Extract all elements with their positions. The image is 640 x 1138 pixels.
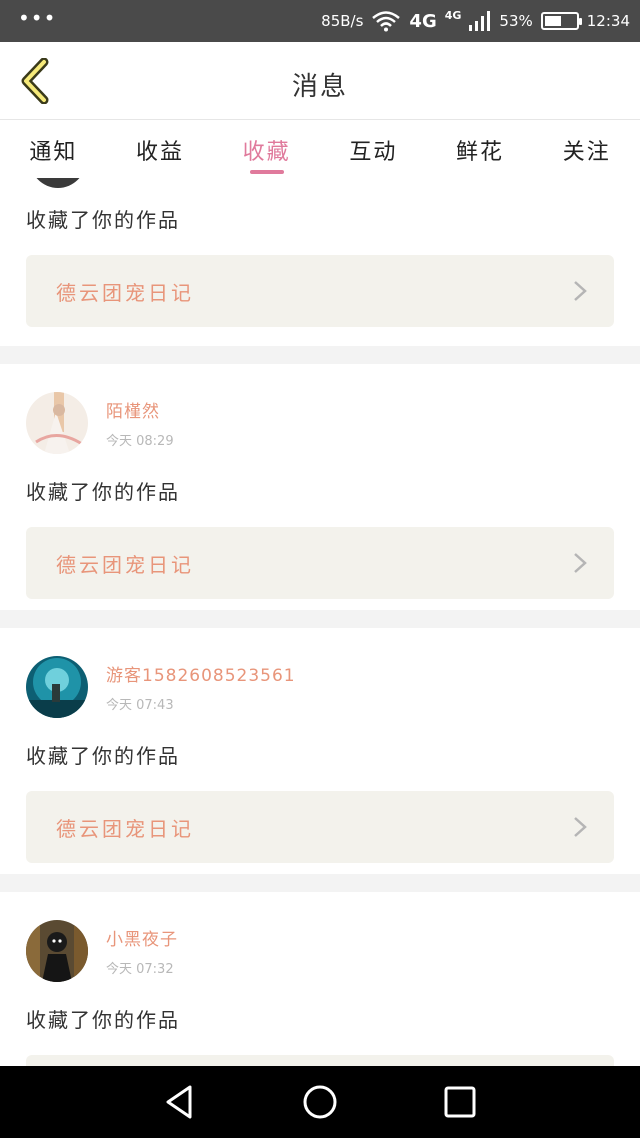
work-title: 德云团宠日记 bbox=[56, 816, 194, 841]
chevron-right-icon bbox=[574, 281, 587, 301]
avatar[interactable] bbox=[26, 656, 88, 718]
action-text: 收藏了你的作品 bbox=[26, 1008, 180, 1032]
battery-percent: 53% bbox=[499, 12, 533, 30]
notification-dots: ••• bbox=[18, 6, 57, 30]
timestamp: 今天 08:29 bbox=[106, 434, 174, 449]
work-link[interactable] bbox=[26, 1055, 614, 1066]
avatar[interactable] bbox=[30, 178, 86, 188]
tab-notifications[interactable]: 通知 bbox=[0, 120, 107, 178]
tab-bar: 通知 收益 收藏 互动 鲜花 关注 bbox=[0, 120, 640, 178]
message-list[interactable]: 收藏了你的作品 德云团宠日记 陌槿然 今天 08:29 收藏了你的作品 德云团宠… bbox=[0, 178, 640, 1066]
user-meta: 陌槿然 今天 08:29 bbox=[106, 397, 174, 449]
timestamp: 今天 07:32 bbox=[106, 962, 174, 977]
battery-fill bbox=[544, 16, 561, 26]
tab-flowers[interactable]: 鲜花 bbox=[427, 120, 534, 178]
avatar[interactable] bbox=[26, 920, 88, 982]
wifi-icon bbox=[372, 11, 401, 32]
work-link[interactable]: 德云团宠日记 bbox=[26, 791, 614, 863]
user-name[interactable]: 陌槿然 bbox=[106, 397, 174, 422]
net-speed: 85B/s bbox=[321, 12, 364, 30]
square-recent-icon[interactable] bbox=[440, 1082, 480, 1122]
page-title: 消息 bbox=[291, 72, 348, 102]
action-text: 收藏了你的作品 bbox=[26, 480, 180, 504]
work-title: 德云团宠日记 bbox=[56, 280, 194, 305]
action-text: 收藏了你的作品 bbox=[26, 208, 180, 232]
action-text: 收藏了你的作品 bbox=[26, 744, 180, 768]
system-nav-bar bbox=[0, 1066, 640, 1138]
tab-follows[interactable]: 关注 bbox=[533, 120, 640, 178]
work-title: 德云团宠日记 bbox=[56, 552, 194, 577]
battery-icon bbox=[540, 12, 582, 30]
tab-favorites[interactable]: 收藏 bbox=[213, 120, 320, 178]
user-row: 小黑夜子 今天 07:32 bbox=[26, 920, 614, 982]
user-name[interactable]: 游客1582608523561 bbox=[106, 661, 296, 686]
clock: 12:34 bbox=[586, 12, 630, 30]
status-bar: ••• 85B/s 4G 4G 53% 12:34 bbox=[0, 0, 640, 42]
chevron-right-icon bbox=[574, 817, 587, 837]
network-type-small: 4G bbox=[444, 8, 462, 22]
work-link[interactable]: 德云团宠日记 bbox=[26, 527, 614, 599]
circle-home-icon[interactable] bbox=[300, 1082, 340, 1122]
user-row: 游客1582608523561 今天 07:43 bbox=[26, 656, 614, 718]
avatar[interactable] bbox=[26, 392, 88, 454]
list-item: 收藏了你的作品 德云团宠日记 bbox=[0, 178, 640, 346]
user-meta: 小黑夜子 今天 07:32 bbox=[106, 925, 178, 977]
signal-icon bbox=[469, 11, 491, 31]
network-type: 4G bbox=[409, 10, 437, 32]
timestamp: 今天 07:43 bbox=[106, 698, 174, 713]
list-item: 小黑夜子 今天 07:32 收藏了你的作品 bbox=[0, 892, 640, 1066]
list-item: 游客1582608523561 今天 07:43 收藏了你的作品 德云团宠日记 bbox=[0, 628, 640, 874]
status-right: 85B/s 4G 4G 53% 12:34 bbox=[321, 8, 630, 32]
tab-interactions[interactable]: 互动 bbox=[320, 120, 427, 178]
chevron-right-icon bbox=[574, 553, 587, 573]
triangle-back-icon[interactable] bbox=[160, 1082, 200, 1122]
tab-earnings[interactable]: 收益 bbox=[107, 120, 214, 178]
user-row: 陌槿然 今天 08:29 bbox=[26, 392, 614, 454]
user-meta: 游客1582608523561 今天 07:43 bbox=[106, 661, 296, 713]
list-item: 陌槿然 今天 08:29 收藏了你的作品 德云团宠日记 bbox=[0, 364, 640, 610]
work-link[interactable]: 德云团宠日记 bbox=[26, 255, 614, 327]
app-header: 消息 bbox=[0, 42, 640, 120]
user-name[interactable]: 小黑夜子 bbox=[106, 925, 178, 950]
